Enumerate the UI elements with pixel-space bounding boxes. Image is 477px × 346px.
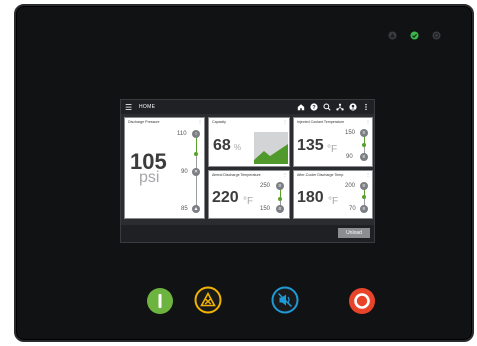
reset-alarm-button[interactable]	[194, 286, 222, 314]
tile-title: Discharge Pressure	[128, 120, 160, 124]
low-alarm-icon: ≡	[360, 153, 368, 161]
tile-value: 68	[213, 137, 231, 154]
tile-title: After-Cooler Discharge Temp.	[297, 173, 345, 177]
tile-menu-icon[interactable]: ⋮	[198, 119, 202, 124]
low-limit: 85	[181, 206, 188, 212]
tile-menu-icon[interactable]: ⋮	[283, 172, 287, 177]
network-icon[interactable]	[336, 103, 344, 111]
high-alarm-icon: ≡	[360, 182, 368, 190]
high-limit: 110	[177, 131, 187, 137]
capacity-trend-chart	[254, 132, 288, 164]
value-marker	[194, 152, 198, 156]
stop-icon	[349, 288, 375, 314]
svg-text:?: ?	[312, 105, 316, 111]
tile-injected-coolant[interactable]: Injected Coolant Temperature ⋮ 135 °F 15…	[293, 117, 373, 167]
user-icon[interactable]	[349, 103, 357, 111]
warning-led-icon	[388, 31, 397, 40]
help-icon[interactable]: ?	[310, 103, 318, 111]
mute-button[interactable]	[271, 286, 299, 314]
tile-discharge-pressure[interactable]: Discharge Pressure ⋮ 105 psi 110 90 85 ○…	[124, 117, 205, 219]
ok-check-led-icon	[410, 31, 419, 40]
value-marker	[362, 143, 366, 147]
low-limit: 70	[349, 206, 356, 212]
mid-limit: 90	[181, 169, 188, 175]
tile-menu-icon[interactable]: ⋮	[283, 119, 287, 124]
tile-menu-icon[interactable]: ⋮	[366, 119, 370, 124]
low-alarm-icon: ≡	[276, 205, 284, 213]
high-alarm-icon: ≡	[360, 129, 368, 137]
tile-airend-discharge[interactable]: Airend Discharge Temperature ⋮ 220 °F 25…	[208, 170, 290, 219]
tile-after-cooler[interactable]: After-Cooler Discharge Temp. ⋮ 180 °F 20…	[293, 170, 373, 219]
more-vert-icon[interactable]	[362, 103, 370, 111]
high-alarm-icon: ≡	[276, 182, 284, 190]
status-led-group	[388, 31, 441, 40]
tile-unit: psi	[139, 169, 160, 186]
low-limit: 150	[260, 206, 271, 212]
tile-capacity[interactable]: Capacity ⋮ 68 %	[208, 117, 290, 167]
tile-unit: °F	[327, 144, 338, 155]
tile-menu-icon[interactable]: ⋮	[366, 172, 370, 177]
bottom-bar: Unload	[121, 225, 374, 242]
hmi-screen: ☰ HOME ? Discharge Pressure ⋮ 105 psi 11…	[120, 99, 375, 243]
tile-title: Injected Coolant Temperature	[297, 120, 345, 124]
high-limit: 200	[345, 183, 356, 189]
home-icon[interactable]	[297, 103, 305, 111]
menu-icon[interactable]: ☰	[125, 103, 135, 112]
low-limit: 90	[346, 154, 353, 160]
stop-button[interactable]	[348, 287, 376, 315]
tile-value: 180	[297, 189, 324, 206]
reset-alarm-icon	[194, 286, 222, 314]
top-bar: ☰ HOME ?	[121, 100, 374, 114]
low-alarm-icon: ▲	[192, 205, 200, 213]
value-marker	[362, 195, 366, 199]
tile-value: 220	[212, 189, 239, 206]
high-limit: 150	[345, 130, 356, 136]
start-button[interactable]	[146, 287, 174, 315]
tile-title: Capacity	[212, 120, 226, 124]
value-marker	[278, 197, 282, 201]
tile-unit: %	[234, 143, 242, 152]
high-alarm-icon: ○	[192, 130, 200, 138]
tile-unit: °F	[243, 196, 254, 207]
power-led-icon	[432, 31, 441, 40]
unload-button[interactable]: Unload	[338, 228, 370, 238]
mute-icon	[271, 286, 299, 314]
warning-icon: ✕	[192, 168, 200, 176]
tile-title: Airend Discharge Temperature	[212, 173, 261, 177]
start-icon	[147, 288, 173, 314]
page-title: HOME	[139, 104, 156, 110]
high-limit: 250	[260, 183, 271, 189]
search-icon[interactable]	[323, 103, 331, 111]
low-alarm-icon: ≡	[360, 205, 368, 213]
tile-value: 135	[297, 137, 324, 154]
tile-unit: °F	[328, 196, 339, 207]
